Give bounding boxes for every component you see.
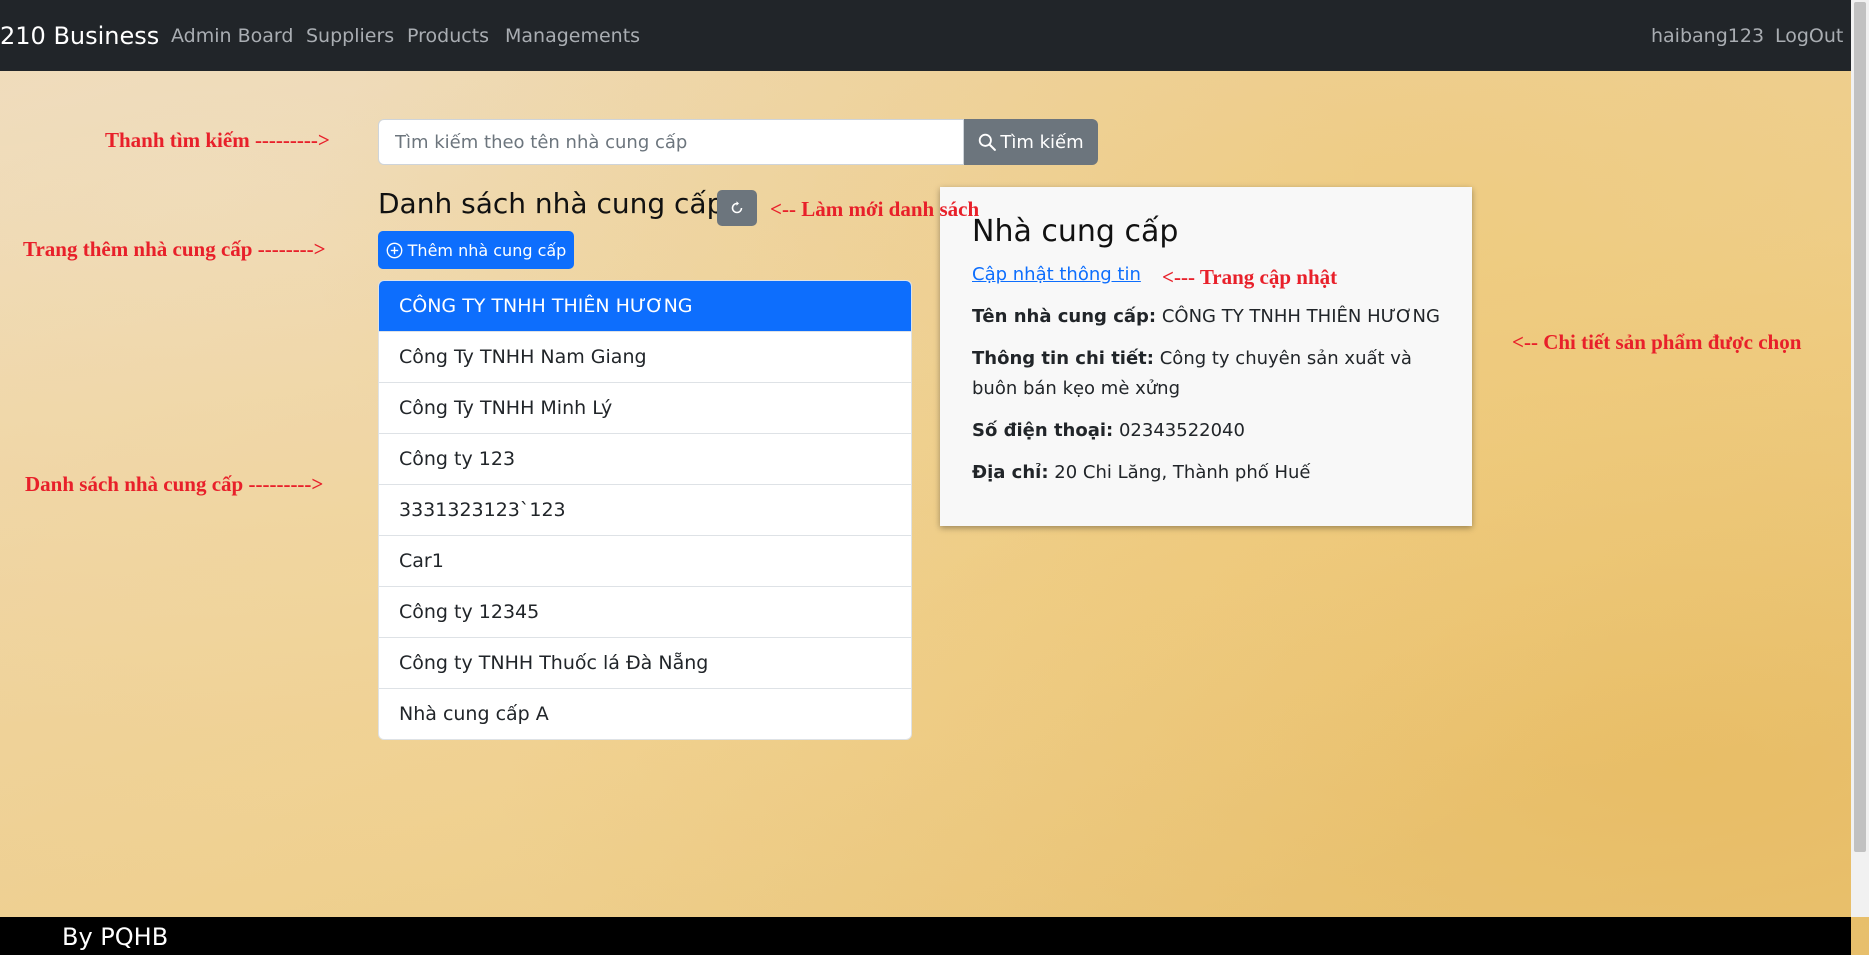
nav-managements[interactable]: Managements — [505, 25, 640, 47]
list-item[interactable]: Công ty 123 — [379, 433, 911, 484]
list-item[interactable]: Công ty TNHH Thuốc lá Đà Nẵng — [379, 637, 911, 688]
annotation-detail: <-- Chi tiết sản phẩm được chọn — [1512, 330, 1802, 354]
detail-phone-value: 02343522040 — [1118, 420, 1245, 441]
detail-title: Nhà cung cấp — [972, 214, 1179, 249]
detail-address: Địa chỉ: 20 Chi Lăng, Thành phố Huế — [972, 458, 1442, 488]
nav-logout[interactable]: LogOut — [1775, 25, 1843, 47]
annotation-list: Danh sách nhà cung cấp ---------> — [25, 472, 324, 496]
top-navbar: 210 Business Admin Board Suppliers Produ… — [0, 0, 1851, 71]
list-item[interactable]: Công Ty TNHH Minh Lý — [379, 382, 911, 433]
detail-name: Tên nhà cung cấp: CÔNG TY TNHH THIÊN HƯƠ… — [972, 302, 1442, 332]
search-input[interactable] — [378, 119, 964, 165]
add-supplier-label: Thêm nhà cung cấp — [407, 240, 567, 260]
detail-name-value: CÔNG TY TNHH THIÊN HƯƠNG — [1161, 306, 1440, 327]
search-icon — [979, 133, 997, 151]
list-item[interactable]: 3331323123`123 — [379, 484, 911, 535]
add-supplier-button[interactable]: Thêm nhà cung cấp — [378, 231, 574, 269]
update-info-link[interactable]: Cập nhật thông tin — [972, 264, 1141, 285]
list-item[interactable]: Nhà cung cấp A — [379, 688, 911, 739]
nav-suppliers[interactable]: Suppliers — [306, 25, 394, 47]
list-item[interactable]: Car1 — [379, 535, 911, 586]
detail-phone-label: Số điện thoại: — [972, 420, 1114, 441]
footer-text: By PQHB — [62, 923, 169, 951]
list-item[interactable]: Công ty 12345 — [379, 586, 911, 637]
refresh-icon — [731, 201, 743, 214]
page-title: Danh sách nhà cung cấp — [378, 187, 725, 220]
list-item[interactable]: CÔNG TY TNHH THIÊN HƯƠNG — [379, 281, 911, 331]
refresh-button[interactable] — [717, 190, 757, 226]
plus-circle-icon — [386, 242, 403, 258]
annotation-update-page: <--- Trang cập nhật — [1162, 265, 1338, 289]
detail-name-label: Tên nhà cung cấp: — [972, 306, 1157, 327]
detail-address-value: 20 Chi Lăng, Thành phố Huế — [1054, 462, 1311, 483]
nav-products[interactable]: Products — [407, 25, 489, 47]
scrollbar-thumb[interactable] — [1854, 2, 1866, 852]
search-button-label: Tìm kiếm — [1000, 131, 1084, 153]
supplier-list: CÔNG TY TNHH THIÊN HƯƠNG Công Ty TNHH Na… — [378, 280, 912, 740]
list-item[interactable]: Công Ty TNHH Nam Giang — [379, 331, 911, 382]
detail-address-label: Địa chỉ: — [972, 462, 1049, 483]
detail-info: Thông tin chi tiết: Công ty chuyên sản x… — [972, 344, 1442, 404]
brand-logo[interactable]: 210 Business — [0, 22, 159, 50]
nav-username[interactable]: haibang123 — [1651, 25, 1764, 47]
annotation-add-page: Trang thêm nhà cung cấp --------> — [23, 237, 326, 261]
detail-phone: Số điện thoại: 02343522040 — [972, 416, 1442, 446]
footer: By PQHB — [0, 917, 1851, 955]
vertical-scrollbar[interactable] — [1851, 0, 1869, 917]
annotation-search-bar: Thanh tìm kiếm ---------> — [105, 128, 330, 152]
search-button[interactable]: Tìm kiếm — [964, 119, 1098, 165]
nav-admin-board[interactable]: Admin Board — [171, 25, 293, 47]
supplier-detail-card: Nhà cung cấp Cập nhật thông tin Tên nhà … — [940, 187, 1472, 526]
detail-info-label: Thông tin chi tiết: — [972, 348, 1154, 369]
annotation-refresh: <-- Làm mới danh sách — [770, 197, 980, 221]
